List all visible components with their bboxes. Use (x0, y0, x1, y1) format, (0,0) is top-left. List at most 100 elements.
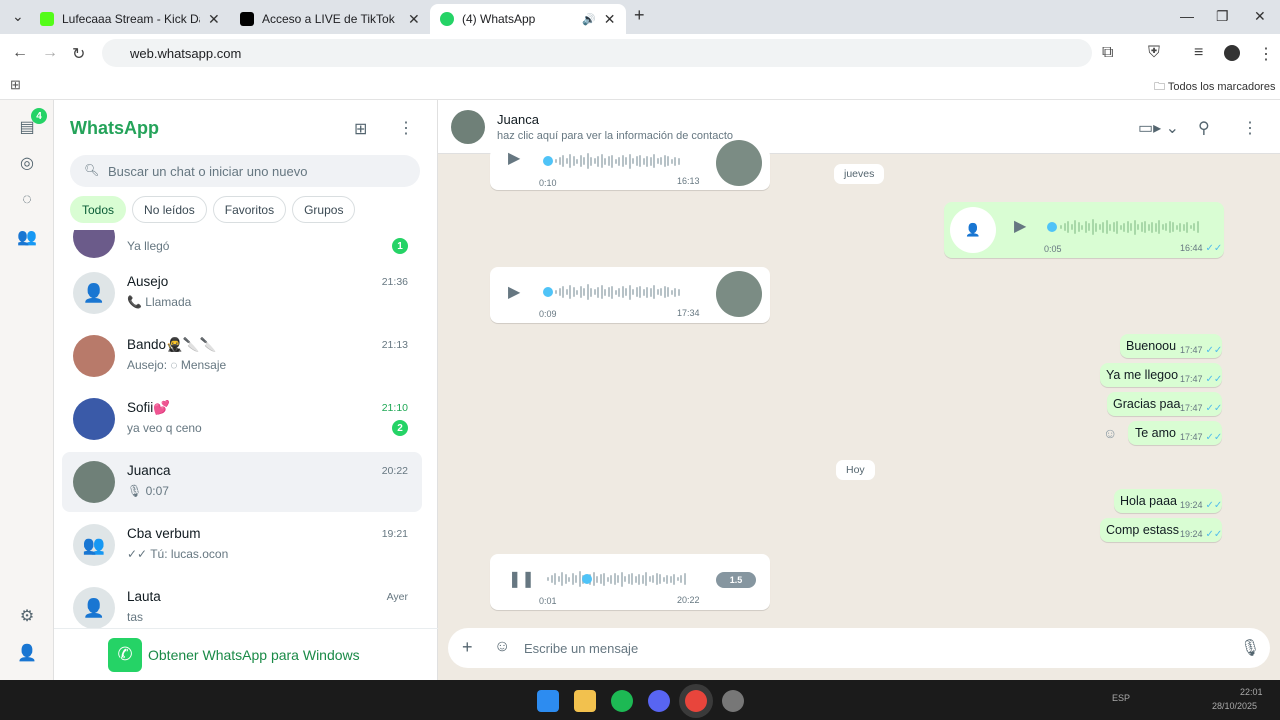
chrome-icon[interactable] (685, 690, 707, 712)
chat-row[interactable]: Sofii💕 ya veo q ceno 21:10 2 (62, 389, 422, 449)
tab-list-icon[interactable]: ⌄ (12, 8, 24, 25)
chip-all[interactable]: Todos (70, 196, 127, 223)
new-tab-icon[interactable]: + (634, 5, 645, 26)
avatar: 👤 (73, 587, 115, 628)
react-emoji-icon[interactable]: ☺ (1103, 425, 1117, 441)
wave-bar (628, 284, 631, 300)
minimize-icon[interactable]: — (1180, 8, 1194, 24)
chat-row[interactable]: 👥 Cba verbum ✓✓ Tú: lucas.ocon 19:21 (62, 515, 422, 575)
search-input[interactable]: 🔍︎ Buscar un chat o iniciar uno nuevo (70, 155, 420, 187)
wave-bar (1091, 219, 1094, 235)
play-icon[interactable]: ▶ (508, 282, 520, 302)
media-icon[interactable]: ≡ (1194, 44, 1203, 62)
close-window-icon[interactable]: ✕ (1254, 8, 1266, 25)
search-icon[interactable]: ⚲ (1198, 118, 1210, 138)
time-value: 19:24 (1180, 500, 1203, 510)
message-time: 17:34 (677, 308, 700, 318)
menu-icon[interactable]: ⋮ (1242, 118, 1258, 138)
chip-groups[interactable]: Grupos (292, 196, 356, 223)
unread-count: 1 (392, 238, 408, 254)
status-icon[interactable]: ◎ (16, 152, 38, 174)
language-indicator[interactable]: ESP (1112, 693, 1130, 703)
chip-favorites[interactable]: Favoritos (212, 196, 287, 223)
message-time: 16:13 (677, 176, 700, 186)
play-icon[interactable]: ▶ (1014, 216, 1026, 236)
channels-icon[interactable]: ◌ (16, 189, 38, 211)
progress-dot[interactable] (543, 287, 553, 297)
avatar (73, 230, 115, 258)
progress-dot[interactable] (1047, 222, 1057, 232)
maximize-icon[interactable]: ❐ (1216, 8, 1229, 25)
waveform[interactable] (1060, 218, 1199, 236)
menu-icon[interactable]: ⋮ (1258, 44, 1274, 64)
contact-avatar[interactable] (451, 110, 485, 144)
tab-kick[interactable]: Lufecaaa Stream - Kick Dashbo ✕ (30, 4, 230, 34)
search-icon: 🔍︎ (84, 163, 100, 177)
chat-row[interactable]: 👤 Ausejo 📞 Llamada 21:36 (62, 263, 422, 323)
start-icon[interactable] (537, 690, 559, 712)
wave-bar (649, 156, 652, 166)
settings-icon[interactable]: ⚙ (16, 605, 38, 627)
back-icon[interactable]: ← (12, 44, 28, 62)
playback-speed-button[interactable]: 1.5 (716, 572, 756, 588)
wave-bar (558, 157, 561, 165)
waveform[interactable] (547, 570, 686, 588)
progress-dot[interactable] (543, 156, 553, 166)
profile-avatar[interactable] (1224, 45, 1240, 61)
emoji-sticker-icon[interactable]: ☺ (494, 638, 510, 656)
tab-whatsapp[interactable]: (4) WhatsApp 🔊 ✕ (430, 4, 626, 34)
chat-header[interactable]: Juanca haz clic aquí para ver la informa… (438, 100, 1280, 154)
wave-bar (575, 575, 577, 583)
close-icon[interactable]: ✕ (408, 11, 420, 28)
waveform[interactable] (555, 152, 680, 170)
clock-date[interactable]: 28/10/2025 (1212, 701, 1257, 711)
chat-row[interactable]: 👤 Lauta tas Ayer (62, 578, 422, 628)
wave-bar (599, 574, 602, 584)
chat-row[interactable]: Bando🥷🔪🔪 Ausejo: ◌ Mensaje 21:13 (62, 326, 422, 386)
speaker-icon[interactable]: 🔊 (582, 13, 596, 26)
wave-bar (583, 288, 585, 296)
wave-bar (1189, 225, 1192, 229)
profile-icon[interactable]: 👤 (16, 642, 38, 664)
close-icon[interactable]: ✕ (208, 11, 220, 28)
apps-icon[interactable]: ⊞ (10, 77, 21, 93)
tab-tiktok[interactable]: Acceso a LIVE de TikTok ✕ (230, 4, 430, 34)
chip-unread[interactable]: No leídos (132, 196, 207, 223)
play-icon[interactable]: ▶ (508, 148, 520, 168)
all-bookmarks[interactable]: 🗀 Todos los marcadores (1154, 78, 1275, 97)
url-field[interactable]: web.whatsapp.com (102, 39, 1092, 67)
wave-bar (625, 157, 627, 165)
wave-bar (1077, 222, 1080, 232)
close-icon[interactable]: ✕ (604, 11, 616, 28)
wave-bar (571, 573, 574, 585)
download-banner[interactable]: ✆ Obtener WhatsApp para Windows (54, 628, 438, 680)
message-input[interactable]: Escribe un mensaje (524, 641, 638, 656)
spotify-icon[interactable] (611, 690, 633, 712)
bookmarks-bar: ⊞ 🗀 Todos los marcadores (0, 72, 1280, 100)
wave-bar (592, 572, 595, 586)
chat-row[interactable]: Ya llegó 1 (62, 230, 422, 267)
pause-icon[interactable]: ❚❚ (508, 569, 535, 589)
chat-row[interactable]: Juanca 🎙 0:07 20:22 (62, 452, 422, 512)
attach-plus-icon[interactable]: + (462, 637, 473, 658)
extensions-icon[interactable]: ⧉ (1102, 44, 1113, 62)
forward-icon[interactable]: → (42, 44, 58, 62)
discord-icon[interactable] (648, 690, 670, 712)
microphone-icon[interactable]: 🎙 (1240, 638, 1260, 658)
reload-icon[interactable]: ↻ (72, 44, 85, 64)
menu-icon[interactable]: ⋮ (398, 118, 414, 138)
app-icon[interactable] (722, 690, 744, 712)
waveform[interactable] (555, 283, 680, 301)
clock-time[interactable]: 22:01 (1240, 687, 1263, 697)
wave-bar (677, 157, 680, 165)
wave-bar (1126, 221, 1129, 233)
file-explorer-icon[interactable] (574, 690, 596, 712)
video-call-icon[interactable]: ▭▸ ⌄ (1138, 118, 1179, 138)
progress-dot[interactable] (582, 574, 592, 584)
unread-count: 2 (392, 420, 408, 436)
new-chat-icon[interactable]: ⊞ (354, 119, 367, 139)
communities-icon[interactable]: 👥 (16, 226, 38, 248)
wave-bar (597, 286, 599, 298)
incognito-icon[interactable]: ⛨ (1148, 44, 1160, 62)
wave-bar (680, 575, 682, 583)
